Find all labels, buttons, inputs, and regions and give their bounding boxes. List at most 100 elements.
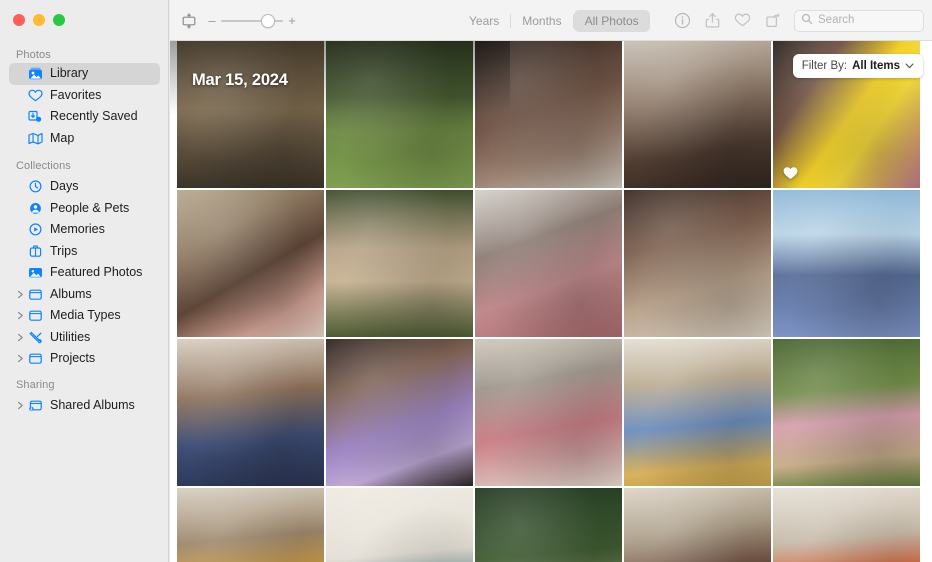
info-icon[interactable]	[667, 8, 697, 34]
photo-cell[interactable]	[177, 339, 324, 486]
sidebar: Photos Library Favorites Recently Saved …	[0, 0, 169, 562]
map-icon	[27, 131, 44, 146]
minimize-button[interactable]	[33, 14, 45, 26]
sidebar-item-label: Trips	[50, 243, 78, 258]
rotate-icon[interactable]	[757, 8, 787, 34]
close-button[interactable]	[13, 14, 25, 26]
sidebar-item-label: Utilities	[50, 329, 91, 344]
sidebar-item-label: Projects	[50, 351, 96, 365]
download-icon	[27, 109, 44, 124]
sidebar-group-sharing: Shared Albums	[0, 395, 169, 417]
chevron-right-icon[interactable]	[15, 332, 26, 343]
zoom-in-label[interactable]: +	[288, 14, 296, 27]
sidebar-item-favorites[interactable]: Favorites	[9, 85, 160, 107]
tab-years[interactable]: Years	[458, 10, 510, 32]
album-icon	[27, 287, 44, 302]
photos-window: Photos Library Favorites Recently Saved …	[0, 0, 932, 562]
photo-thumbnail	[475, 41, 622, 188]
suitcase-icon	[27, 244, 44, 259]
photo-thumbnail	[326, 488, 473, 562]
sidebar-item-label: Albums	[50, 286, 92, 301]
photo-cell[interactable]	[475, 41, 622, 188]
photo-thumbnail	[773, 488, 920, 562]
sidebar-item-albums[interactable]: Albums	[9, 284, 160, 306]
tab-months[interactable]: Months	[511, 10, 572, 32]
sidebar-section-sharing: Sharing	[16, 379, 55, 391]
chevron-right-icon[interactable]	[15, 400, 26, 411]
photo-cell[interactable]	[475, 488, 622, 562]
zoom-out-label[interactable]: –	[208, 14, 216, 27]
chevron-right-icon[interactable]	[15, 289, 26, 300]
photo-icon	[27, 265, 44, 280]
sidebar-item-map[interactable]: Map	[9, 128, 160, 150]
photo-cell[interactable]	[177, 41, 324, 188]
sidebar-item-library[interactable]: Library	[9, 63, 160, 85]
photo-cell[interactable]	[177, 488, 324, 562]
photo-thumbnail	[475, 488, 622, 562]
photo-cell[interactable]	[177, 190, 324, 337]
sidebar-item-label: People & Pets	[50, 200, 130, 215]
photo-thumbnail	[624, 488, 771, 562]
photo-cell[interactable]	[773, 339, 920, 486]
chevron-down-icon	[905, 60, 914, 72]
sidebar-item-people-and-pets[interactable]: People & Pets	[9, 198, 160, 220]
search-placeholder: Search	[818, 13, 855, 26]
sidebar-group-photos: Library Favorites Recently Saved Map	[0, 63, 169, 149]
photo-cell[interactable]	[326, 339, 473, 486]
search-input[interactable]: Search	[794, 9, 924, 32]
sidebar-item-recently-saved[interactable]: Recently Saved	[9, 106, 160, 128]
photo-cell[interactable]	[624, 339, 771, 486]
window-controls	[13, 14, 65, 26]
filter-by-button[interactable]: Filter By: All Items	[792, 54, 923, 78]
sidebar-item-trips[interactable]: Trips	[9, 241, 160, 263]
photo-cell[interactable]	[475, 339, 622, 486]
photo-cell[interactable]	[326, 488, 473, 562]
photo-grid-area[interactable]: Mar 15, 2024 Filter By: All Items	[170, 41, 932, 562]
sidebar-section-photos: Photos	[16, 49, 51, 61]
sidebar-item-media-types[interactable]: Media Types	[9, 305, 160, 327]
photo-thumbnail	[624, 190, 771, 337]
sidebar-item-label: Favorites	[50, 87, 102, 102]
clock-icon	[27, 179, 44, 194]
photo-cell[interactable]	[773, 190, 920, 337]
photo-cell[interactable]	[624, 41, 771, 188]
photo-cell[interactable]	[624, 488, 771, 562]
filter-prefix-label: Filter By:	[801, 60, 848, 72]
photo-cell[interactable]	[773, 488, 920, 562]
photo-cell[interactable]	[475, 190, 622, 337]
sidebar-item-utilities[interactable]: Utilities	[9, 327, 160, 349]
sidebar-item-featured-photos[interactable]: Featured Photos	[9, 262, 160, 284]
photo-thumbnail	[773, 339, 920, 486]
sidebar-item-memories[interactable]: Memories	[9, 219, 160, 241]
tab-all-photos[interactable]: All Photos	[573, 10, 650, 32]
chevron-right-icon[interactable]	[15, 353, 26, 364]
slider-knob[interactable]	[261, 13, 275, 28]
tools-icon	[27, 330, 44, 345]
maximize-button[interactable]	[53, 14, 65, 26]
view-mode-segmented-control: Years Months All Photos	[458, 10, 650, 32]
photo-grid	[177, 41, 932, 562]
photo-thumbnail	[177, 190, 324, 337]
photo-cell[interactable]	[326, 41, 473, 188]
album-icon	[27, 351, 44, 366]
aspect-ratio-icon[interactable]	[178, 10, 200, 32]
search-icon	[801, 12, 813, 30]
chevron-right-icon[interactable]	[15, 310, 26, 321]
heart-icon	[27, 88, 44, 103]
photo-cell[interactable]	[326, 190, 473, 337]
share-icon[interactable]	[697, 8, 727, 34]
heart-filled-icon	[783, 166, 798, 180]
person-circle-icon	[27, 201, 44, 216]
zoom-slider[interactable]	[221, 13, 283, 28]
sidebar-item-label: Map	[50, 130, 75, 145]
sidebar-item-shared-albums[interactable]: Shared Albums	[9, 395, 160, 417]
sidebar-item-days[interactable]: Days	[9, 176, 160, 198]
sidebar-item-projects[interactable]: Projects	[9, 348, 160, 370]
heart-icon[interactable]	[727, 8, 757, 34]
photo-thumbnail	[177, 488, 324, 562]
photo-cell[interactable]	[624, 190, 771, 337]
toolbar-right-group: Search	[667, 0, 924, 41]
sidebar-item-label: Days	[50, 179, 79, 193]
photo-thumbnail	[177, 41, 324, 188]
play-circle-icon	[27, 222, 44, 237]
